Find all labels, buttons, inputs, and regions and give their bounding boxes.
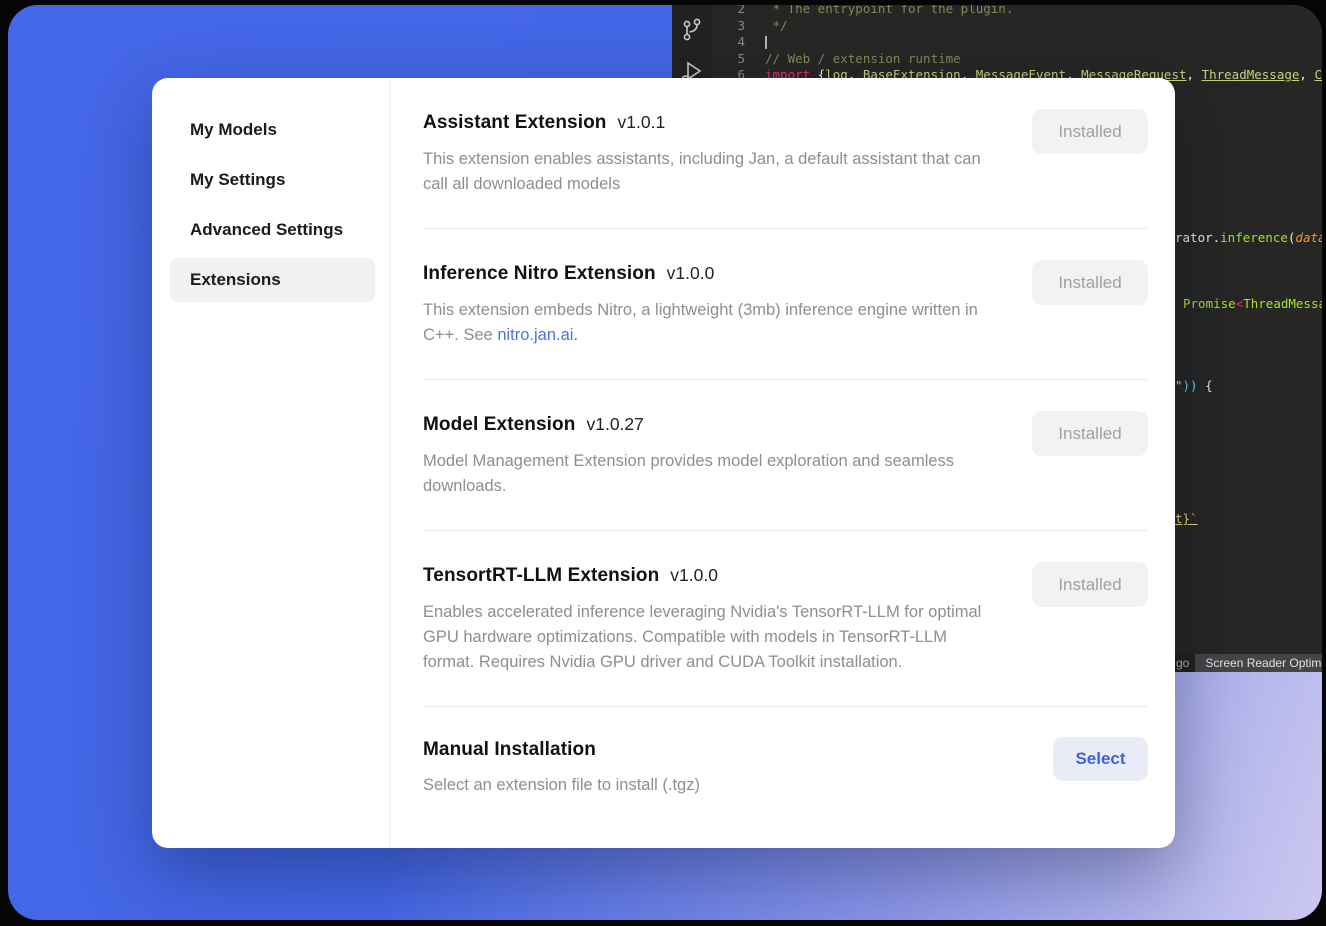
extension-name: Inference Nitro Extension	[423, 263, 656, 285]
line-number: 5	[712, 51, 745, 68]
extension-row-tensorrt-llm: TensortRT-LLM Extension v1.0.0 Enables a…	[423, 531, 1148, 707]
extension-description: This extension embeds Nitro, a lightweig…	[423, 298, 995, 348]
status-text: go	[1176, 656, 1189, 670]
code-fragment: t}`	[1175, 511, 1198, 526]
code-fragment: Promise<ThreadMessage>	[1183, 296, 1322, 311]
line-number: 3	[712, 18, 745, 35]
line-number: 4	[712, 34, 745, 51]
installed-button[interactable]: Installed	[1032, 260, 1148, 305]
extension-name: Assistant Extension	[423, 112, 607, 134]
code-fragment: ")) {	[1175, 378, 1213, 393]
extension-row-assistant: Assistant Extension v1.0.1 This extensio…	[423, 78, 1148, 229]
settings-panel: My Models My Settings Advanced Settings …	[152, 78, 1175, 848]
sidebar-item-my-models[interactable]: My Models	[170, 108, 375, 152]
sidebar-item-my-settings[interactable]: My Settings	[170, 158, 375, 202]
extension-description: Model Management Extension provides mode…	[423, 449, 995, 499]
sidebar-item-extensions[interactable]: Extensions	[170, 258, 375, 302]
code-line: 2 * The entrypoint for the plugin.	[712, 5, 1322, 18]
editor-code-lines: 2 * The entrypoint for the plugin.3 */45…	[712, 5, 1322, 84]
extension-info: Inference Nitro Extension v1.0.0 This ex…	[423, 263, 995, 348]
extension-version: v1.0.0	[667, 263, 715, 284]
code-fragment: rator.inference(data));	[1175, 230, 1322, 245]
installed-button[interactable]: Installed	[1032, 411, 1148, 456]
extension-info: Assistant Extension v1.0.1 This extensio…	[423, 112, 995, 197]
screenshot-root: 2 * The entrypoint for the plugin.3 */45…	[0, 0, 1326, 926]
extension-info: TensortRT-LLM Extension v1.0.0 Enables a…	[423, 565, 995, 675]
extension-version: v1.0.27	[586, 414, 643, 435]
extension-info: Manual Installation Select an extension …	[423, 739, 700, 798]
code-line: 3 */	[712, 18, 1322, 35]
code-line: 4	[712, 34, 1322, 51]
manual-installation-title: Manual Installation	[423, 739, 596, 761]
extension-name: TensortRT-LLM Extension	[423, 565, 659, 587]
installed-button[interactable]: Installed	[1032, 562, 1148, 607]
extension-name: Model Extension	[423, 414, 575, 436]
line-number: 2	[712, 5, 745, 18]
select-file-button[interactable]: Select	[1053, 737, 1148, 781]
settings-sidebar: My Models My Settings Advanced Settings …	[152, 78, 390, 848]
extension-row-model: Model Extension v1.0.27 Model Management…	[423, 380, 1148, 531]
sidebar-item-advanced-settings[interactable]: Advanced Settings	[170, 208, 375, 252]
extensions-list: Assistant Extension v1.0.1 This extensio…	[390, 78, 1175, 848]
source-control-icon[interactable]	[679, 17, 705, 45]
nitro-jan-ai-link[interactable]: nitro.jan.ai.	[497, 326, 578, 344]
app-window: 2 * The entrypoint for the plugin.3 */45…	[8, 5, 1322, 920]
extension-info: Model Extension v1.0.27 Model Management…	[423, 414, 995, 499]
code-line: 5// Web / extension runtime	[712, 51, 1322, 68]
screen-reader-status[interactable]: Screen Reader Optimiz	[1195, 654, 1322, 672]
extension-description: This extension enables assistants, inclu…	[423, 147, 995, 197]
manual-installation-row: Manual Installation Select an extension …	[423, 707, 1148, 829]
installed-button[interactable]: Installed	[1032, 109, 1148, 154]
extension-version: v1.0.1	[618, 112, 666, 133]
extension-row-inference-nitro: Inference Nitro Extension v1.0.0 This ex…	[423, 229, 1148, 380]
manual-installation-description: Select an extension file to install (.tg…	[423, 773, 700, 798]
extension-version: v1.0.0	[670, 565, 718, 586]
extension-description: Enables accelerated inference leveraging…	[423, 600, 995, 675]
